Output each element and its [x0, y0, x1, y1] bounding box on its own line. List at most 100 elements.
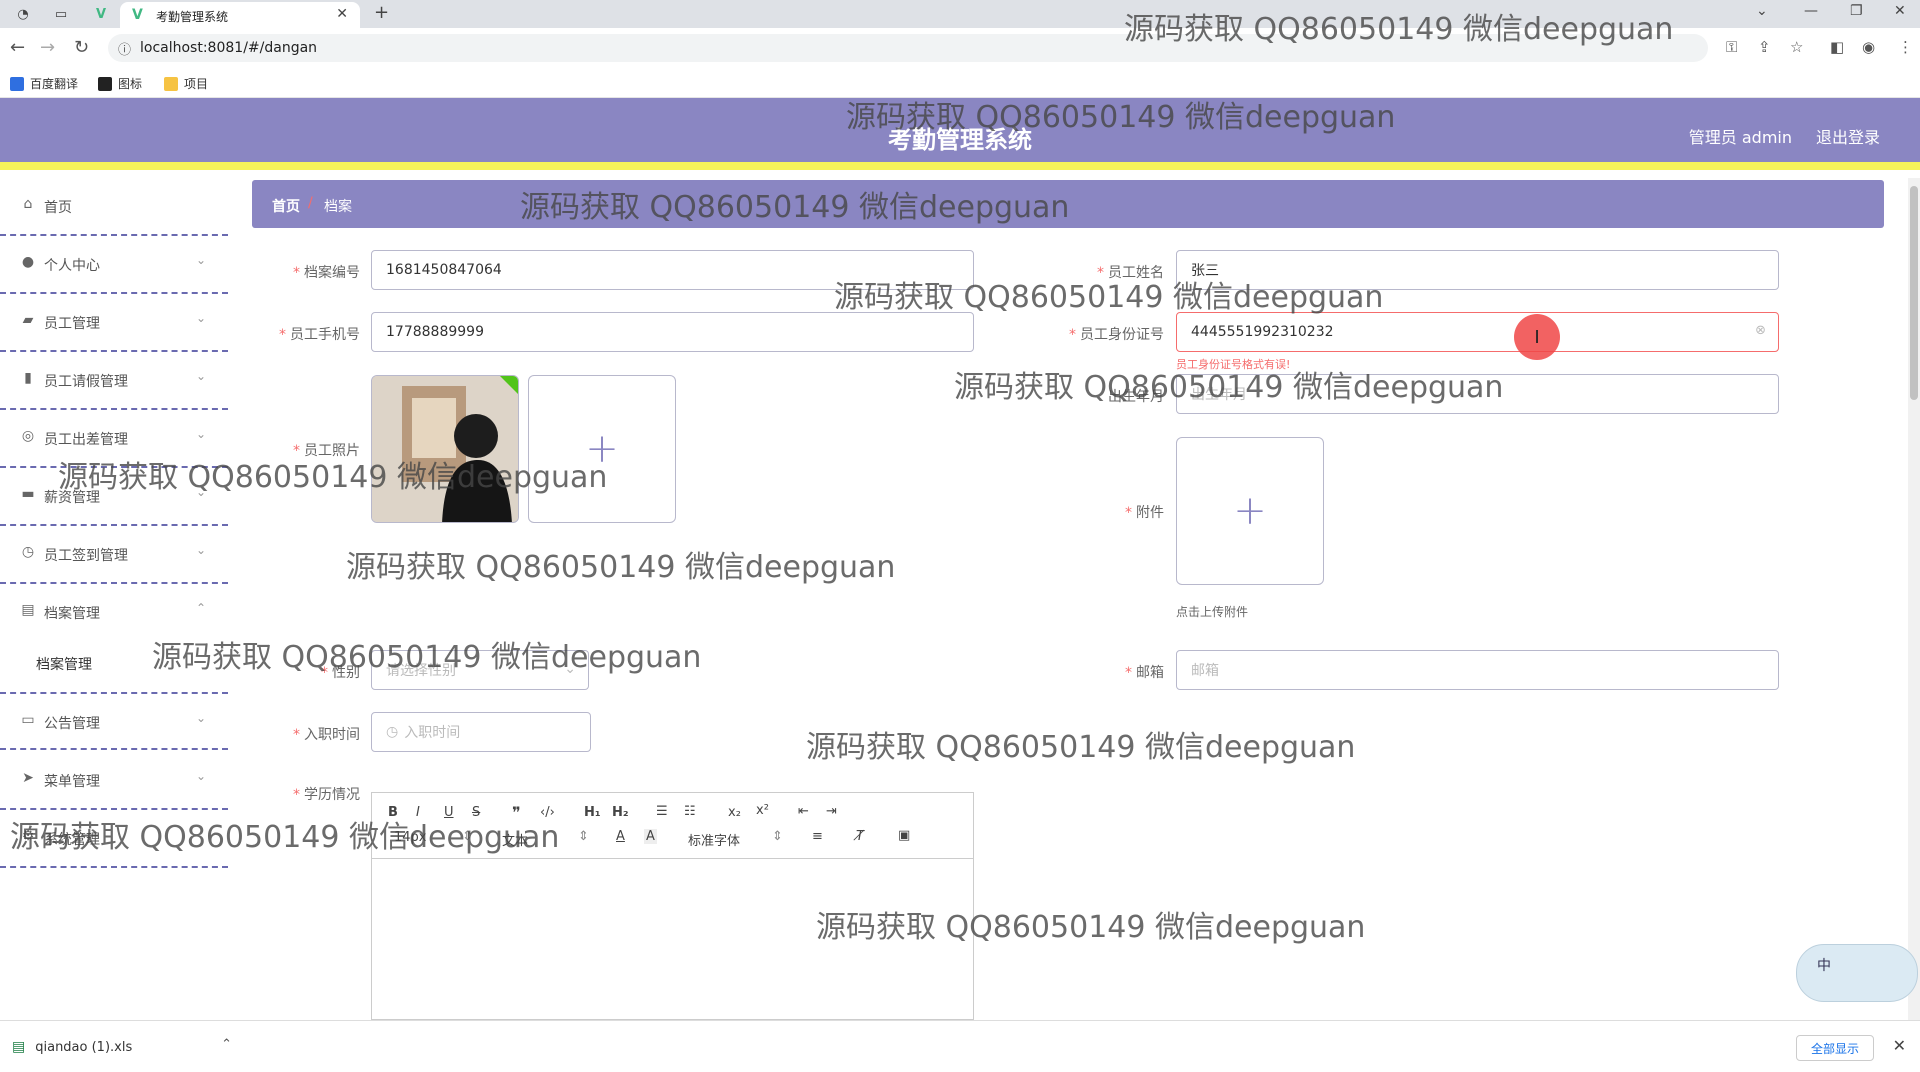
close-window-icon[interactable]: ✕ — [1894, 3, 1906, 19]
watermark: 源码获取 QQ86050149 微信deepguan — [58, 460, 608, 495]
menu-icon[interactable]: ⋮ — [1898, 38, 1913, 56]
close-download-bar-icon[interactable]: ✕ — [1893, 1036, 1906, 1055]
image-icon — [98, 76, 112, 91]
bookmark-icons[interactable]: 图标 — [98, 75, 142, 92]
translate-icon — [10, 76, 24, 91]
id-card-field[interactable]: 4445551992310232 ⊗ — [1176, 312, 1779, 352]
sidepanel-icon[interactable]: ◧ — [1830, 38, 1844, 56]
profile-icon[interactable]: ◉ — [1862, 38, 1875, 56]
chevron-down-icon: ⌄ — [195, 769, 206, 783]
h1-icon[interactable]: H₁ — [584, 805, 601, 820]
breadcrumb-home[interactable]: 首页 — [272, 196, 300, 216]
align-icon[interactable]: ≡ — [812, 829, 823, 844]
superscript-icon[interactable]: x² — [756, 803, 769, 818]
bookmark-project[interactable]: 项目 — [164, 75, 208, 92]
new-tab-icon[interactable]: + — [374, 2, 389, 23]
bar-chart-icon: ▮ — [24, 370, 32, 386]
h2-icon[interactable]: H₂ — [612, 805, 629, 820]
clipboard-icon: ▤ — [21, 602, 35, 618]
vue-favicon-icon: V — [132, 7, 143, 23]
photo-upload-button[interactable]: + — [528, 375, 676, 523]
sidebar-item-employees[interactable]: ▰ 员工管理 ⌄ — [0, 294, 228, 352]
download-item[interactable]: ▤ qiandao (1).xls ⌃ — [12, 1031, 232, 1063]
watermark: 源码获取 QQ86050149 微信deepguan — [806, 730, 1356, 765]
watermark: 源码获取 QQ86050149 微信deepguan — [954, 370, 1504, 405]
attachment-label: * 附件 — [1125, 505, 1164, 521]
vue-tab-icon[interactable]: V — [92, 5, 110, 23]
image-icon[interactable]: ▣ — [898, 828, 910, 843]
chevron-down-icon: ⌄ — [195, 253, 206, 267]
sidebar-item-notice[interactable]: ▭ 公告管理 ⌄ — [0, 692, 228, 750]
education-label: * 学历情况 — [293, 787, 360, 803]
inactive-tab-icon[interactable]: ▭ — [52, 5, 70, 23]
watermark: 源码获取 QQ86050149 微信deepguan — [816, 910, 1366, 945]
bookmark-translate[interactable]: 百度翻译 — [10, 75, 78, 92]
watermark: 源码获取 QQ86050149 微信deepguan — [1124, 12, 1674, 47]
send-icon: ➤ — [22, 770, 34, 786]
logout-button[interactable]: 退出登录 — [1816, 124, 1880, 148]
info-icon[interactable]: ⓘ — [118, 39, 131, 58]
key-icon[interactable]: ⚿ — [1726, 38, 1737, 56]
chevron-down-icon: ⌄ — [195, 311, 206, 325]
clear-format-icon[interactable]: T̸ — [856, 829, 864, 844]
tab-title: 考勤管理系统 — [156, 10, 229, 24]
bullet-list-icon[interactable]: ☷ — [684, 804, 696, 819]
id-card-label: * 员工身份证号 — [1069, 327, 1164, 343]
chevron-down-icon: ⌄ — [195, 369, 206, 383]
download-bar: ▤ qiandao (1).xls ⌃ 全部显示 ✕ — [0, 1020, 1920, 1072]
watermark: 源码获取 QQ86050149 微信deepguan — [10, 820, 560, 855]
ordered-list-icon[interactable]: ☰ — [656, 804, 668, 819]
share-icon[interactable]: ⇪ — [1758, 38, 1771, 56]
back-icon[interactable]: ← — [10, 37, 25, 58]
hire-date-picker[interactable]: ◷ 入职时间 — [371, 712, 591, 752]
background-color-icon[interactable]: A — [644, 829, 657, 844]
tab-search-icon[interactable]: ◔ — [14, 5, 32, 23]
photo-image — [372, 376, 518, 522]
attachment-hint: 点击上传附件 — [1176, 605, 1249, 619]
font-family-select[interactable]: 标准字体 — [688, 830, 740, 849]
subscript-icon[interactable]: x₂ — [728, 805, 741, 820]
phone-label: * 员工手机号 — [279, 327, 360, 343]
page-scrollbar-thumb[interactable] — [1910, 186, 1918, 400]
reload-icon[interactable]: ↻ — [74, 37, 89, 58]
chevron-updown-icon: ⇕ — [578, 829, 589, 844]
tab-list-chevron-icon[interactable]: ⌄ — [1756, 3, 1768, 19]
show-all-downloads-button[interactable]: 全部显示 — [1795, 1035, 1874, 1061]
cursor-icon: I — [1514, 314, 1560, 360]
folder-icon — [164, 76, 178, 91]
watermark: 源码获取 QQ86050149 微信deepguan — [520, 190, 1070, 225]
sidebar-item-leave[interactable]: ▮ 员工请假管理 ⌄ — [0, 352, 228, 410]
sidebar-item-profile[interactable]: ● 个人中心 ⌄ — [0, 236, 228, 294]
tab-active[interactable]: V 考勤管理系统 ✕ — [120, 2, 360, 28]
breadcrumb-current: 档案 — [324, 199, 352, 215]
sidebar-item-menu[interactable]: ➤ 菜单管理 ⌄ — [0, 752, 228, 810]
outdent-icon[interactable]: ⇤ — [798, 804, 809, 819]
chevron-up-icon: ⌃ — [195, 601, 206, 615]
watermark: 源码获取 QQ86050149 微信deepguan — [152, 640, 702, 675]
ime-widget[interactable]: 中 — [1796, 944, 1918, 1002]
wallet-icon: ▬ — [21, 486, 35, 502]
restore-icon[interactable]: ❐ — [1850, 3, 1863, 19]
close-tab-icon[interactable]: ✕ — [336, 6, 348, 22]
sidebar-item-checkin[interactable]: ◷ 员工签到管理 ⌄ — [0, 526, 228, 584]
font-color-icon[interactable]: A — [616, 829, 625, 844]
indent-icon[interactable]: ⇥ — [826, 804, 837, 819]
user-icon: ● — [21, 254, 35, 270]
attachment-upload-button[interactable]: + — [1176, 437, 1324, 585]
star-icon[interactable]: ☆ — [1790, 38, 1803, 56]
watermark: 源码获取 QQ86050149 微信deepguan — [346, 550, 896, 585]
sidebar-item-home[interactable]: ⌂ 首页 — [0, 178, 228, 236]
chevron-up-icon[interactable]: ⌃ — [221, 1037, 232, 1052]
phone-field[interactable]: 17788889999 — [371, 312, 974, 352]
email-field[interactable]: 邮箱 — [1176, 650, 1779, 690]
clear-icon[interactable]: ⊗ — [1755, 323, 1766, 338]
chevron-down-icon: ⌄ — [195, 711, 206, 725]
briefcase-icon: ▰ — [22, 312, 34, 328]
url-text: localhost:8081/#/dangan — [140, 40, 318, 56]
uploaded-photo[interactable] — [371, 375, 519, 523]
breadcrumb-separator: / — [308, 195, 313, 211]
forward-icon[interactable]: → — [40, 37, 55, 58]
chevron-updown-icon: ⇕ — [772, 829, 783, 844]
home-icon: ⌂ — [23, 196, 33, 212]
minimize-icon[interactable]: — — [1804, 3, 1818, 19]
